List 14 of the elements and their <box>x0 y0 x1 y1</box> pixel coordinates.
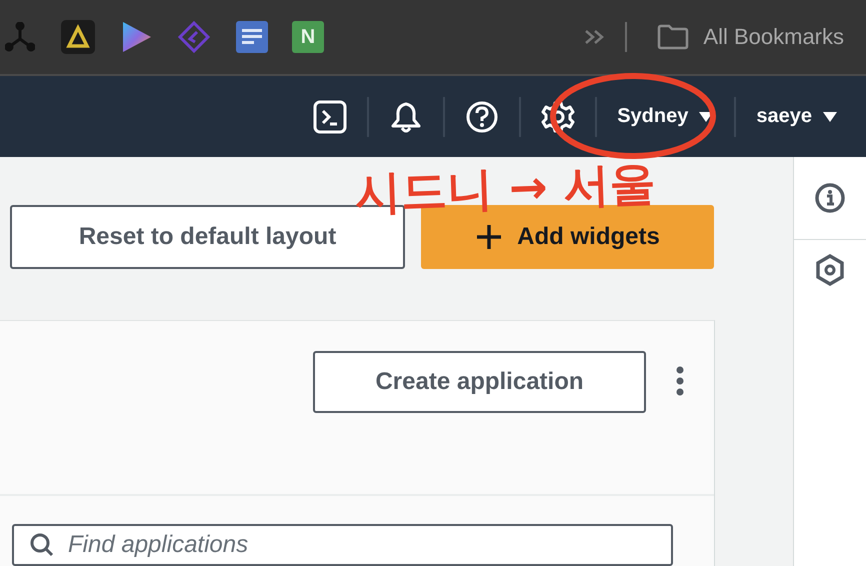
region-dropdown[interactable]: Sydney <box>597 94 734 138</box>
user-dropdown[interactable]: saeye <box>736 94 838 138</box>
chevrons-icon[interactable] <box>583 28 606 46</box>
search-icon <box>30 533 54 557</box>
search-field[interactable]: Find applications <box>12 524 673 566</box>
more-options-icon[interactable] <box>676 366 684 396</box>
document-icon[interactable] <box>234 19 270 55</box>
create-application-button[interactable]: Create application <box>313 351 646 413</box>
caret-icon <box>822 110 838 122</box>
folder-icon[interactable] <box>657 24 690 50</box>
all-bookmarks-label[interactable]: All Bookmarks <box>703 24 844 50</box>
plus-icon <box>475 223 504 251</box>
search-input[interactable]: Find applications <box>66 530 655 560</box>
triangle-logo-icon[interactable] <box>60 19 96 55</box>
